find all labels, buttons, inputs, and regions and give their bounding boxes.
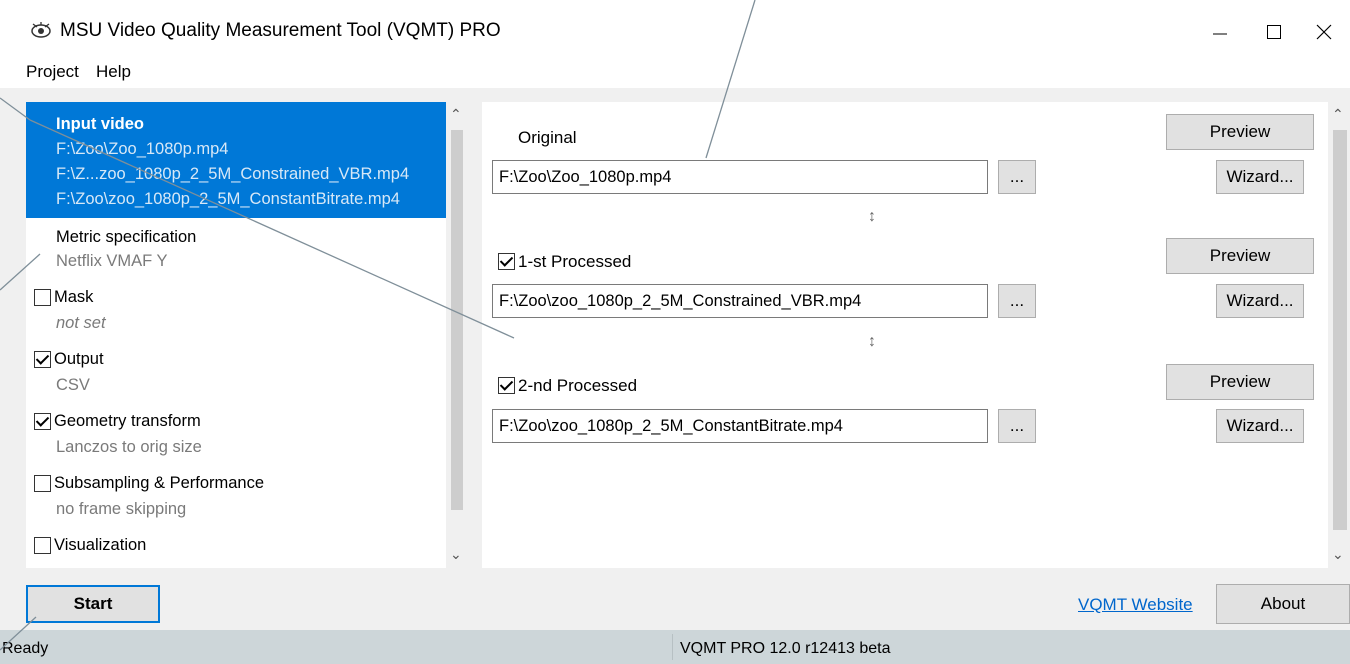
- subsampling-checkbox[interactable]: [34, 475, 51, 492]
- list-item-output[interactable]: Output CSV: [26, 340, 446, 402]
- list-item-sub: CSV: [56, 376, 90, 394]
- status-text: Ready: [2, 640, 49, 657]
- settings-list: Input video F:\Zoo\Zoo_1080p.mp4 F:\Z...…: [26, 102, 446, 568]
- list-item-sub: Netflix VMAF Y: [56, 252, 168, 270]
- processed2-label: 2-nd Processed: [518, 376, 638, 395]
- list-item-sub: not set: [56, 314, 106, 332]
- original-path-field[interactable]: F:\Zoo\Zoo_1080p.mp4: [492, 160, 988, 194]
- menu-help[interactable]: Help: [96, 62, 131, 82]
- list-item-visualization[interactable]: Visualization: [26, 526, 446, 568]
- list-item-title: Visualization: [54, 536, 147, 554]
- minimize-button[interactable]: [1196, 10, 1244, 54]
- processed1-browse-button[interactable]: ...: [998, 284, 1036, 318]
- scrollbar-thumb[interactable]: [451, 130, 463, 510]
- close-icon: [1316, 24, 1332, 40]
- output-checkbox[interactable]: [34, 351, 51, 368]
- menu-project[interactable]: Project: [26, 62, 79, 82]
- list-item-title: Geometry transform: [54, 412, 201, 430]
- processed2-path-field[interactable]: F:\Zoo\zoo_1080p_2_5M_ConstantBitrate.mp…: [492, 409, 988, 443]
- close-button[interactable]: [1300, 10, 1348, 54]
- window-title: MSU Video Quality Measurement Tool (VQMT…: [60, 20, 501, 41]
- version-text: VQMT PRO 12.0 r12413 beta: [680, 640, 891, 657]
- processed1-path-field[interactable]: F:\Zoo\zoo_1080p_2_5M_Constrained_VBR.mp…: [492, 284, 988, 318]
- list-item-geometry[interactable]: Geometry transform Lanczos to orig size: [26, 402, 446, 464]
- geometry-checkbox[interactable]: [34, 413, 51, 430]
- app-window: MSU Video Quality Measurement Tool (VQMT…: [0, 0, 1350, 664]
- list-item-sub: F:\Z...zoo_1080p_2_5M_Constrained_VBR.mp…: [56, 165, 410, 183]
- eye-logo-icon: [31, 22, 51, 38]
- scroll-up-icon[interactable]: ⌃: [450, 106, 462, 123]
- swap-icon[interactable]: ↕: [868, 333, 876, 351]
- start-button[interactable]: Start: [26, 585, 160, 623]
- processed1-preview-button[interactable]: Preview: [1166, 238, 1314, 274]
- vqmt-website-link[interactable]: VQMT Website: [1078, 595, 1193, 615]
- processed2-preview-button[interactable]: Preview: [1166, 364, 1314, 400]
- list-item-title: Subsampling & Performance: [54, 474, 265, 492]
- scroll-down-icon[interactable]: ⌄: [1332, 546, 1344, 563]
- minimize-icon: [1213, 33, 1227, 35]
- list-item-title: Output: [54, 350, 104, 368]
- list-item-title: Input video: [56, 115, 144, 133]
- processed1-label: 1-st Processed: [518, 252, 632, 271]
- list-item-sub: F:\Zoo\zoo_1080p_2_5M_ConstantBitrate.mp…: [56, 190, 400, 208]
- maximize-button[interactable]: [1250, 10, 1298, 54]
- original-label: Original: [518, 128, 577, 147]
- list-item-sub: no frame skipping: [56, 500, 187, 518]
- list-item-metric[interactable]: Metric specification Netflix VMAF Y: [26, 218, 446, 278]
- visualization-checkbox[interactable]: [34, 537, 51, 554]
- list-item-title: Metric specification: [56, 228, 197, 246]
- scroll-down-icon[interactable]: ⌄: [450, 546, 462, 563]
- processed1-wizard-button[interactable]: Wizard...: [1216, 284, 1304, 318]
- settings-list-scrollbar[interactable]: ⌃ ⌄: [446, 102, 468, 568]
- original-preview-button[interactable]: Preview: [1166, 114, 1314, 150]
- processed2-checkbox[interactable]: [498, 377, 515, 394]
- list-item-sub: Lanczos to orig size: [56, 438, 202, 456]
- status-divider: [672, 634, 673, 660]
- input-panel-scrollbar[interactable]: ⌃ ⌄: [1328, 102, 1350, 568]
- mask-checkbox[interactable]: [34, 289, 51, 306]
- about-button[interactable]: About: [1216, 584, 1350, 624]
- list-item-mask[interactable]: Mask not set: [26, 278, 446, 340]
- status-bar: Ready VQMT PRO 12.0 r12413 beta: [0, 630, 1350, 664]
- list-item-title: Mask: [54, 288, 94, 306]
- maximize-icon: [1267, 25, 1281, 39]
- scrollbar-thumb[interactable]: [1333, 130, 1347, 530]
- original-wizard-button[interactable]: Wizard...: [1216, 160, 1304, 194]
- processed2-wizard-button[interactable]: Wizard...: [1216, 409, 1304, 443]
- scroll-up-icon[interactable]: ⌃: [1332, 106, 1344, 123]
- swap-icon[interactable]: ↕: [868, 208, 876, 226]
- title-bar: MSU Video Quality Measurement Tool (VQMT…: [0, 0, 1350, 58]
- menu-bar: Project Help: [0, 58, 1350, 88]
- list-item-input-video[interactable]: Input video F:\Zoo\Zoo_1080p.mp4 F:\Z...…: [26, 102, 446, 218]
- processed1-checkbox[interactable]: [498, 253, 515, 270]
- list-item-sub: F:\Zoo\Zoo_1080p.mp4: [56, 140, 229, 158]
- processed2-browse-button[interactable]: ...: [998, 409, 1036, 443]
- list-item-subsampling[interactable]: Subsampling & Performance no frame skipp…: [26, 464, 446, 526]
- original-browse-button[interactable]: ...: [998, 160, 1036, 194]
